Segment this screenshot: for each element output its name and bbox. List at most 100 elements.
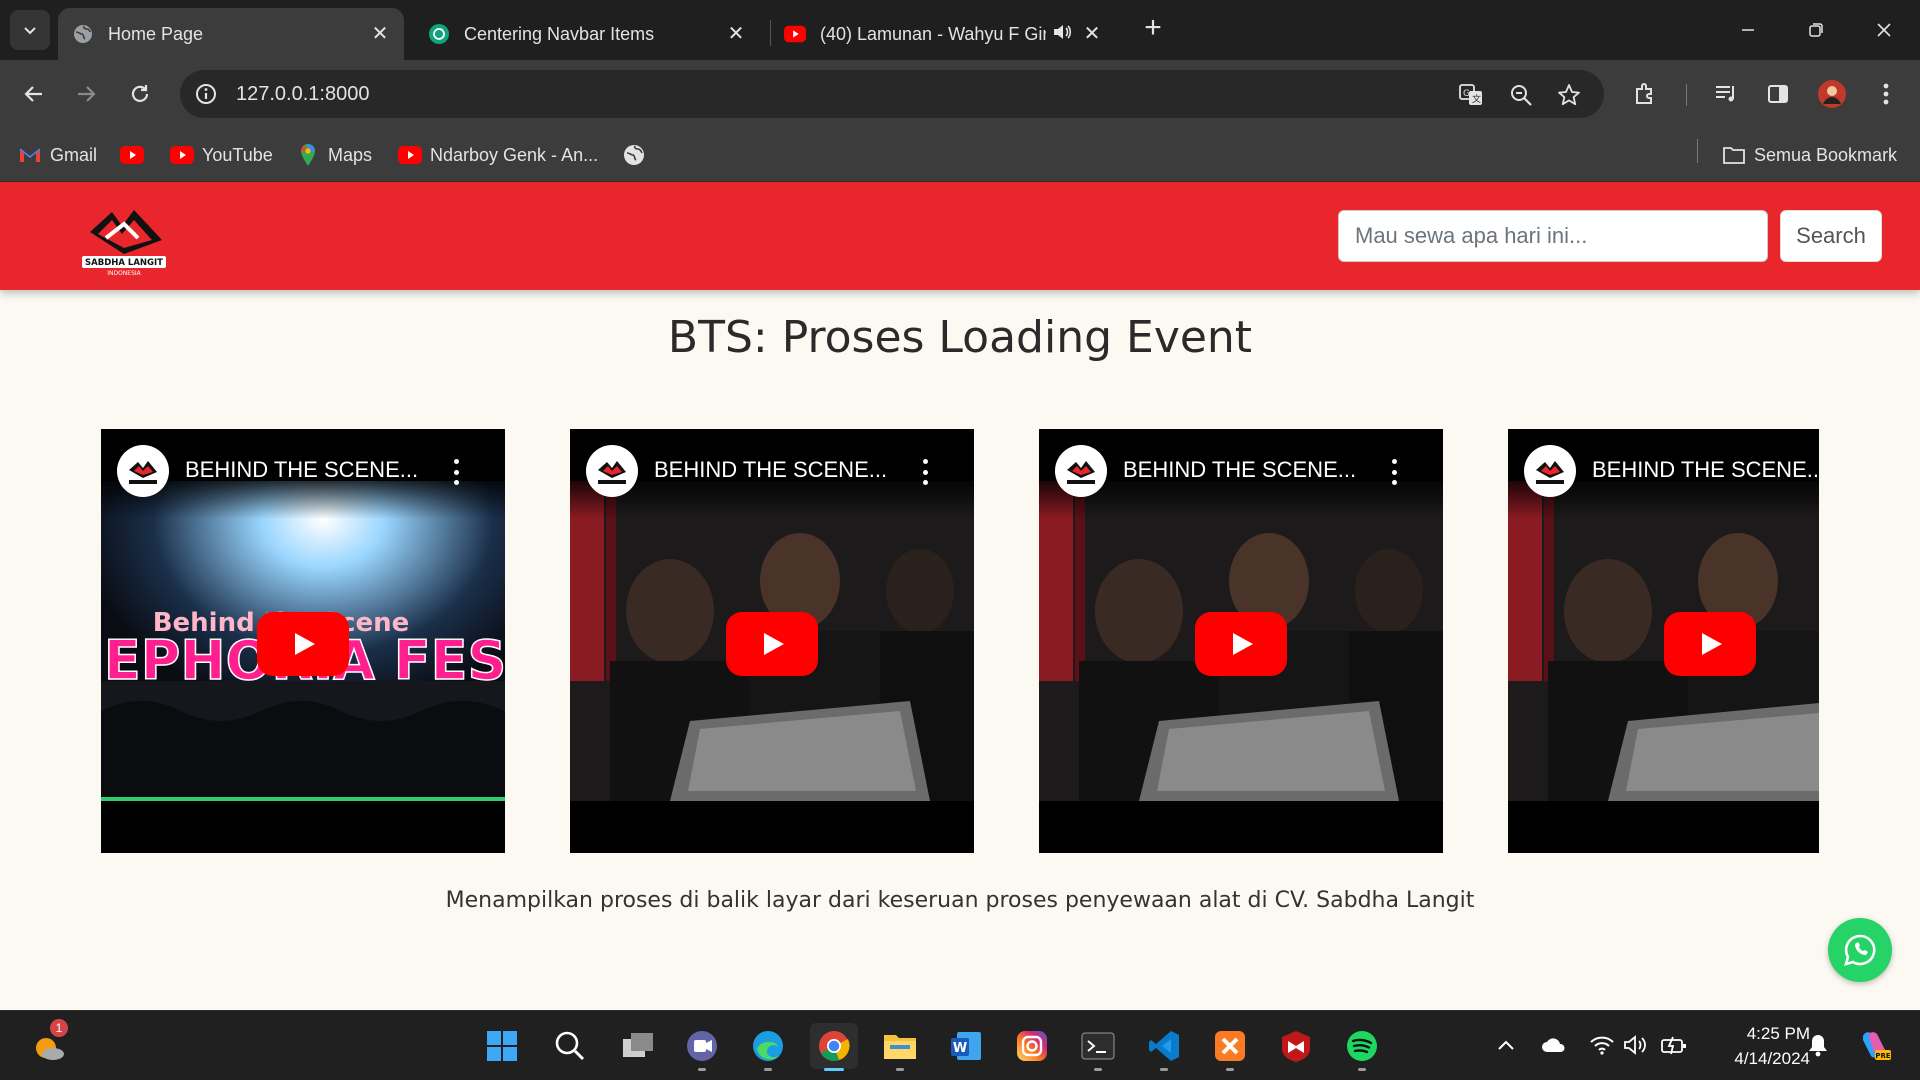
play-button-icon[interactable]: [726, 612, 818, 676]
spotify-icon[interactable]: [1338, 1023, 1386, 1071]
back-arrow-icon[interactable]: [14, 74, 54, 114]
address-bar[interactable]: 127.0.0.1:8000 G文: [180, 70, 1604, 118]
channel-logo-icon[interactable]: [586, 445, 638, 497]
bookmark-maps[interactable]: Maps: [296, 142, 372, 168]
system-clock[interactable]: 4:25 PM 4/14/2024: [1700, 1021, 1810, 1071]
close-tab-icon[interactable]: ✕: [1082, 24, 1102, 44]
zoom-icon[interactable]: [1508, 82, 1534, 108]
bookmark-globe[interactable]: [622, 142, 654, 168]
chevron-up-icon[interactable]: [1492, 1031, 1520, 1059]
all-bookmarks-folder[interactable]: Semua Bookmark: [1722, 142, 1897, 168]
tab-search-chevron-icon[interactable]: [10, 10, 50, 50]
video-embed-2[interactable]: BEHIND THE SCENE...: [570, 429, 974, 853]
whatsapp-button[interactable]: [1828, 918, 1892, 982]
play-button-icon[interactable]: [1664, 612, 1756, 676]
bookmark-label: Ndarboy Genk - An...: [430, 144, 599, 165]
chrome-menu-icon[interactable]: [1870, 78, 1902, 110]
video-embed-1[interactable]: Behind the Scene BEPHORIA FEST BEHIND TH…: [101, 429, 505, 853]
page-title: BTS: Proses Loading Event: [667, 312, 1253, 363]
restore-icon[interactable]: [1796, 10, 1836, 50]
profile-avatar-icon[interactable]: [1816, 78, 1848, 110]
play-button-icon[interactable]: [257, 612, 349, 676]
globe-icon: [622, 145, 646, 165]
instagram-icon[interactable]: [1008, 1023, 1056, 1069]
edge-icon[interactable]: [744, 1023, 792, 1071]
bookmark-youtube[interactable]: YouTube: [170, 142, 273, 168]
teams-icon[interactable]: [678, 1023, 726, 1071]
channel-logo-icon[interactable]: [117, 445, 169, 497]
video-more-icon[interactable]: [1389, 459, 1399, 485]
running-indicator: [764, 1068, 772, 1071]
battery-charging-icon[interactable]: [1660, 1031, 1688, 1059]
bookmark-label: YouTube: [202, 144, 273, 165]
xampp-icon[interactable]: [1206, 1023, 1254, 1071]
notification-badge: 1: [50, 1019, 68, 1037]
chrome-icon[interactable]: [810, 1023, 858, 1071]
browser-toolbar: 127.0.0.1:8000 G文: [0, 60, 1920, 128]
channel-logo-icon[interactable]: [1055, 445, 1107, 497]
tab-title: Centering Navbar Items: [464, 23, 655, 44]
bookmark-star-icon[interactable]: [1556, 82, 1582, 108]
gmail-icon: [18, 146, 42, 164]
site-info-icon[interactable]: [194, 82, 218, 106]
search-button[interactable]: Search: [1780, 210, 1882, 262]
play-button-icon[interactable]: [1195, 612, 1287, 676]
bookmark-gmail[interactable]: Gmail: [18, 142, 97, 168]
page-viewport: SABDHA LANGIT INDONESIA Search BTS: Pros…: [0, 182, 1920, 1010]
minimize-icon[interactable]: [1728, 10, 1768, 50]
vscode-icon[interactable]: [1140, 1023, 1188, 1071]
start-icon[interactable]: [478, 1023, 526, 1069]
globe-icon: [72, 23, 94, 45]
tab-home-page[interactable]: Home Page ✕: [58, 8, 404, 60]
bookmark-youtube-icon-only[interactable]: [120, 142, 152, 168]
onedrive-cloud-icon[interactable]: [1540, 1031, 1568, 1059]
video-more-icon[interactable]: [920, 459, 930, 485]
new-tab-button[interactable]: +: [1138, 13, 1168, 44]
translate-icon[interactable]: G文: [1458, 82, 1484, 108]
close-tab-icon[interactable]: ✕: [726, 24, 746, 44]
search-icon[interactable]: [546, 1023, 594, 1069]
chatgpt-icon: [428, 23, 450, 45]
bookmarks-separator: [1697, 139, 1698, 163]
maps-icon: [296, 144, 320, 166]
file-explorer-icon[interactable]: [876, 1023, 924, 1071]
forward-arrow-icon[interactable]: [66, 74, 106, 114]
video-title[interactable]: BEHIND THE SCENE...: [1592, 457, 1819, 483]
clock-date: 4/14/2024: [1734, 1049, 1810, 1068]
speaker-icon[interactable]: [1052, 23, 1072, 46]
volume-icon[interactable]: [1622, 1031, 1650, 1059]
media-controls-icon[interactable]: [1710, 78, 1742, 110]
terminal-icon[interactable]: [1074, 1023, 1122, 1071]
search-input[interactable]: [1338, 210, 1768, 262]
active-indicator: [824, 1068, 844, 1071]
tab-centering-navbar-items[interactable]: Centering Navbar Items ✕: [414, 8, 760, 60]
tab-youtube-lamunan[interactable]: (40) Lamunan - Wahyu F Gir ✕: [770, 8, 1116, 60]
youtube-icon: [170, 146, 194, 164]
video-title[interactable]: BEHIND THE SCENE...: [185, 457, 431, 483]
extensions-icon[interactable]: [1630, 78, 1662, 110]
site-navbar: SABDHA LANGIT INDONESIA Search: [0, 182, 1920, 290]
windows-taskbar: 1 W 4:25 PM 4/14/2024 PRE: [0, 1010, 1920, 1080]
wifi-icon[interactable]: [1588, 1031, 1616, 1059]
address-url[interactable]: 127.0.0.1:8000: [236, 83, 369, 106]
video-embed-4[interactable]: BEHIND THE SCENE...: [1508, 429, 1819, 853]
close-window-icon[interactable]: [1864, 10, 1904, 50]
mcafee-icon[interactable]: [1272, 1023, 1320, 1069]
video-embed-3[interactable]: BEHIND THE SCENE...: [1039, 429, 1443, 853]
video-more-icon[interactable]: [451, 459, 461, 485]
video-title[interactable]: BEHIND THE SCENE...: [654, 457, 900, 483]
channel-logo-icon[interactable]: [1524, 445, 1576, 497]
youtube-icon: [398, 146, 422, 164]
word-icon[interactable]: W: [942, 1023, 990, 1069]
copilot-icon[interactable]: PRE: [1856, 1027, 1892, 1063]
section-caption: Menampilkan proses di balik layar dari k…: [445, 888, 1475, 913]
bookmark-ndarboy-genk[interactable]: Ndarboy Genk - An...: [398, 142, 598, 168]
video-title[interactable]: BEHIND THE SCENE...: [1123, 457, 1369, 483]
task-view-icon[interactable]: [614, 1023, 662, 1069]
close-tab-icon[interactable]: ✕: [370, 24, 390, 44]
side-panel-icon[interactable]: [1762, 78, 1794, 110]
reload-icon[interactable]: [120, 74, 160, 114]
bookmarks-bar: Gmail YouTube Maps Ndarboy Genk - An...: [0, 128, 1920, 182]
sabdha-langit-logo[interactable]: SABDHA LANGIT INDONESIA: [78, 194, 170, 278]
notification-bell-icon[interactable]: [1804, 1031, 1832, 1059]
